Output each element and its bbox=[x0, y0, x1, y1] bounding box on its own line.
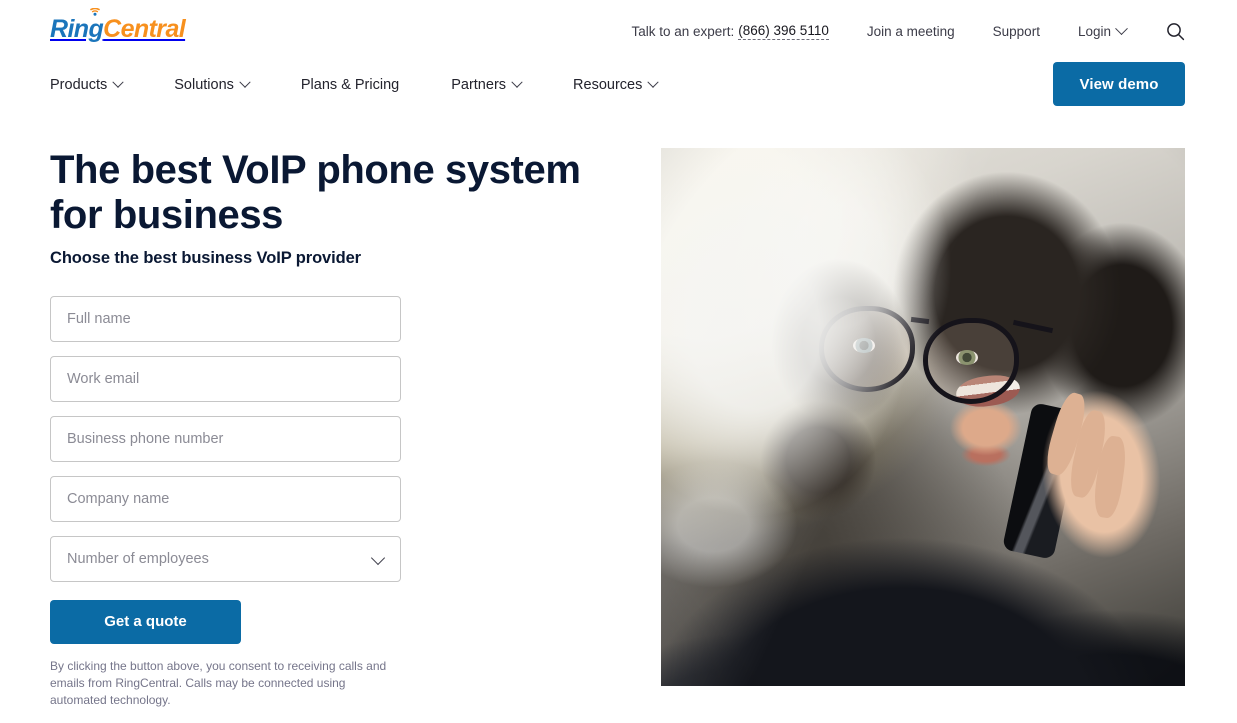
hero-content: The best VoIP phone system for business … bbox=[50, 148, 610, 709]
employees-select-wrapper: Number of employees bbox=[50, 535, 401, 582]
chevron-down-icon bbox=[239, 76, 251, 88]
nav-item-plans-pricing[interactable]: Plans & Pricing bbox=[301, 77, 399, 93]
quote-form: Number of employees Get a quote bbox=[50, 295, 401, 644]
page-title-line-1: The best VoIP phone system bbox=[50, 148, 581, 192]
chevron-down-icon bbox=[112, 76, 124, 88]
nav-item-solutions[interactable]: Solutions bbox=[174, 76, 251, 93]
support-label: Support bbox=[992, 24, 1040, 39]
logo-text-ring: Ring bbox=[50, 15, 104, 43]
search-button[interactable] bbox=[1166, 22, 1185, 41]
page-subtitle: Choose the best business VoIP provider bbox=[50, 248, 361, 267]
talk-to-expert-label: Talk to an expert: bbox=[631, 24, 735, 39]
top-utility-bar: RingCentral Talk to an expert: (866) 396… bbox=[0, 0, 1237, 62]
work-email-input[interactable] bbox=[50, 355, 401, 402]
chevron-down-icon bbox=[647, 76, 660, 88]
chevron-down-icon bbox=[1115, 22, 1128, 36]
hero-image bbox=[661, 148, 1185, 686]
consent-disclaimer: By clicking the button above, you consen… bbox=[50, 658, 387, 707]
utility-links: Talk to an expert: (866) 396 5110 Join a… bbox=[631, 22, 1185, 41]
login-label: Login bbox=[1077, 24, 1111, 39]
logo-antenna-icon bbox=[90, 8, 100, 16]
nav-links: Products Solutions Plans & Pricing Partn… bbox=[50, 76, 709, 93]
company-name-input[interactable] bbox=[50, 475, 401, 522]
support-link[interactable]: Support bbox=[993, 24, 1040, 39]
page-title-line-2: for business bbox=[50, 192, 284, 237]
join-a-meeting-label: Join a meeting bbox=[866, 24, 955, 39]
business-phone-input[interactable] bbox=[50, 415, 401, 462]
search-icon bbox=[1167, 23, 1185, 41]
nav-item-partners[interactable]: Partners bbox=[451, 76, 523, 93]
page-title: The best VoIP phone system for business bbox=[50, 148, 610, 238]
chevron-down-icon bbox=[511, 76, 523, 88]
get-a-quote-button[interactable]: Get a quote bbox=[50, 599, 241, 644]
full-name-input[interactable] bbox=[50, 295, 401, 342]
expert-phone-link[interactable]: (866) 396 5110 bbox=[738, 23, 829, 40]
main-navigation: Products Solutions Plans & Pricing Partn… bbox=[0, 62, 1237, 124]
nav-item-resources-label: Resources bbox=[573, 77, 643, 93]
view-demo-button[interactable]: View demo bbox=[1053, 62, 1185, 106]
nav-item-plans-pricing-label: Plans & Pricing bbox=[300, 77, 400, 93]
number-of-employees-select[interactable]: Number of employees bbox=[50, 535, 401, 582]
login-menu[interactable]: Login bbox=[1077, 22, 1128, 39]
logo-text-central: Central bbox=[103, 15, 186, 43]
nav-item-partners-label: Partners bbox=[451, 77, 507, 93]
nav-item-solutions-label: Solutions bbox=[174, 77, 234, 93]
nav-item-resources[interactable]: Resources bbox=[573, 76, 660, 93]
ringcentral-logo[interactable]: RingCentral bbox=[50, 8, 186, 43]
nav-item-products[interactable]: Products bbox=[50, 76, 124, 93]
hero-image-vignette bbox=[661, 148, 1185, 686]
nav-item-products-label: Products bbox=[50, 77, 108, 93]
join-a-meeting-link[interactable]: Join a meeting bbox=[867, 24, 955, 39]
